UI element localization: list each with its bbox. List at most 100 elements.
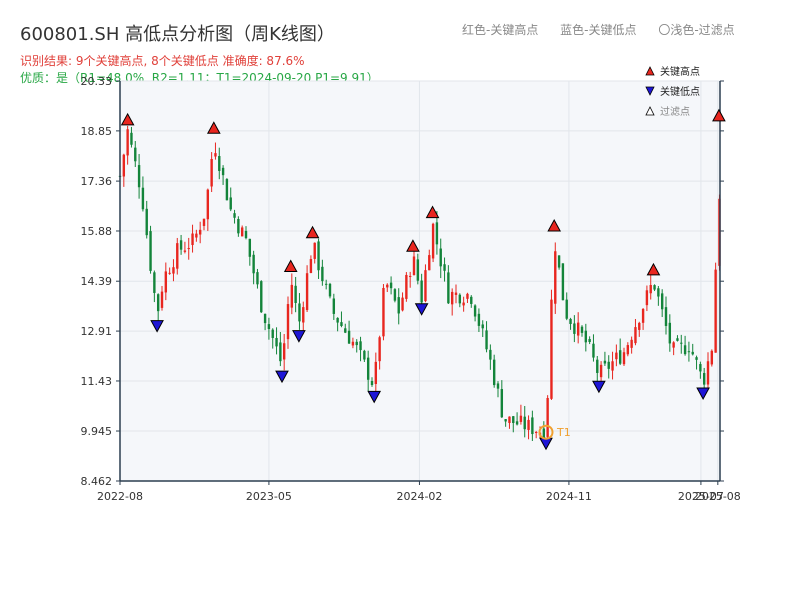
- candle-body: [664, 307, 668, 326]
- y-tick-label: 12.91: [81, 325, 113, 338]
- candle-body: [473, 305, 477, 317]
- candle-body: [702, 373, 706, 385]
- candle-body: [275, 337, 278, 347]
- candle-body: [534, 431, 538, 433]
- candle-body: [645, 290, 649, 306]
- candle-body: [531, 417, 534, 435]
- x-tick-label: 2025-08: [695, 490, 741, 503]
- candle-body: [332, 298, 336, 314]
- candle-body: [447, 272, 450, 304]
- candle-body: [225, 179, 229, 201]
- candle-body: [378, 337, 381, 362]
- candle-body: [611, 361, 614, 371]
- candle-body: [408, 275, 412, 277]
- candle-body: [424, 270, 427, 302]
- y-tick-label: 18.85: [81, 125, 113, 138]
- candle-body: [641, 308, 645, 323]
- candle-body: [279, 342, 282, 362]
- candle-body: [145, 208, 148, 236]
- candle-body: [706, 361, 710, 385]
- candle-body: [382, 287, 385, 337]
- candle-body: [412, 256, 416, 276]
- candle-body: [122, 154, 126, 177]
- x-tick-label: 2022-08: [97, 490, 143, 503]
- candle-body: [317, 241, 320, 271]
- candle-body: [458, 294, 462, 304]
- candle-body: [347, 330, 351, 344]
- candle-body: [340, 322, 343, 326]
- candle-body: [626, 345, 630, 355]
- candle-body: [592, 343, 595, 358]
- candle-body: [370, 381, 374, 386]
- candle-body: [134, 147, 137, 162]
- x-tick-label: 2023-05: [246, 490, 292, 503]
- candle-body: [237, 218, 240, 234]
- candle-body: [569, 318, 572, 324]
- legend-label: 过滤点: [660, 105, 690, 118]
- candle-body: [321, 266, 324, 282]
- candle-body: [218, 156, 221, 171]
- candle-body: [130, 132, 133, 145]
- candle-body: [573, 323, 576, 334]
- candle-body: [271, 329, 274, 338]
- candle-body: [485, 330, 488, 350]
- candle-body: [657, 288, 660, 297]
- candle-body: [187, 248, 190, 250]
- candle-body: [244, 230, 248, 239]
- candle-body: [603, 360, 607, 364]
- candle-body: [481, 324, 484, 329]
- candle-body: [695, 357, 698, 360]
- y-tick-label: 11.43: [81, 375, 113, 388]
- candle-body: [176, 243, 179, 269]
- candle-body: [221, 167, 225, 176]
- candle-body: [699, 364, 702, 372]
- candle-body: [450, 291, 454, 305]
- candle-body: [420, 280, 423, 303]
- candle-body: [687, 351, 691, 353]
- candle-body: [618, 350, 622, 364]
- candle-body: [198, 229, 202, 235]
- candle-body: [256, 272, 259, 285]
- candle-body: [149, 231, 152, 271]
- candle-body: [393, 289, 397, 301]
- candle-body: [515, 421, 519, 425]
- x-tick-label: 2024-02: [396, 490, 442, 503]
- candle-body: [351, 341, 355, 346]
- candle-body: [313, 242, 316, 259]
- candle-body: [229, 197, 232, 210]
- candle-body: [557, 255, 561, 268]
- candle-body: [126, 129, 129, 156]
- candle-body: [504, 419, 507, 422]
- candle-body: [492, 359, 496, 386]
- candle-body: [290, 284, 294, 308]
- candle-body: [588, 339, 591, 343]
- x-tick-label: 2024-11: [546, 490, 592, 503]
- candle-body: [233, 213, 236, 218]
- candle-body: [389, 282, 393, 289]
- candle-body: [508, 416, 511, 423]
- candle-body: [546, 397, 549, 437]
- candle-body: [267, 324, 271, 330]
- candle-body: [160, 291, 164, 308]
- y-tick-label: 17.36: [81, 175, 113, 188]
- candle-body: [672, 342, 675, 348]
- candle-body: [714, 269, 717, 353]
- candle-body: [263, 313, 267, 324]
- candle-body: [561, 263, 565, 301]
- candle-body: [470, 296, 473, 304]
- candle-body: [680, 342, 683, 344]
- candle-body: [615, 352, 618, 360]
- candle-body: [164, 271, 168, 293]
- candle-body: [416, 259, 420, 281]
- candle-body: [282, 343, 286, 360]
- candle-body: [660, 293, 664, 310]
- candle-body: [596, 359, 599, 373]
- candle-body: [210, 158, 213, 187]
- candle-body: [156, 294, 160, 312]
- candle-body: [580, 326, 584, 333]
- candle-body: [550, 299, 553, 399]
- candle-body: [153, 272, 156, 293]
- candlestick-chart: 8.462 9.945 11.43 12.91 14.39 15.88 17.36 18.85…: [81, 65, 741, 503]
- legend-label: 关键高点: [660, 65, 700, 78]
- candle-body: [195, 233, 198, 238]
